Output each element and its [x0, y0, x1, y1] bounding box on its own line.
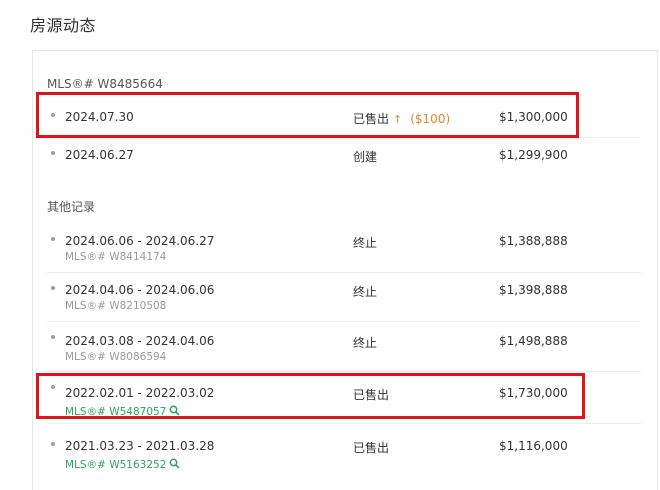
highlight-box — [36, 92, 579, 138]
history-price: $1,116,000 — [499, 439, 568, 453]
history-mls: MLS®# W8086594 — [65, 351, 167, 363]
history-mls: MLS®# W8210508 — [65, 300, 167, 312]
other-records-label: 其他记录 — [47, 200, 96, 214]
highlight-box — [36, 373, 585, 419]
bullet — [51, 335, 55, 339]
history-price: $1,299,900 — [499, 148, 568, 162]
history-row: 2024.03.08 - 2024.04.06 MLS®# W8086594 终… — [47, 322, 641, 372]
bullet — [51, 151, 55, 155]
history-status: 终止 — [353, 236, 378, 250]
history-mls-link[interactable]: MLS®# W5163252 — [65, 458, 180, 471]
history-row: 2024.06.27 创建 $1,299,900 — [47, 138, 641, 176]
history-date: 2024.06.27 — [65, 148, 134, 162]
bullet — [51, 442, 55, 446]
history-date: 2024.04.06 - 2024.06.06 — [65, 283, 215, 297]
history-status: 已售出 — [353, 441, 390, 455]
history-mls: MLS®# W8414174 — [65, 251, 167, 263]
page-title: 房源动态 — [30, 16, 97, 35]
history-price: $1,388,888 — [499, 234, 568, 248]
history-date: 2024.06.06 - 2024.06.27 — [65, 234, 215, 248]
history-status: 创建 — [353, 150, 378, 164]
history-date: 2021.03.23 - 2021.03.28 — [65, 439, 215, 453]
history-status: 终止 — [353, 285, 378, 299]
history-row: 2024.04.06 - 2024.06.06 MLS®# W8210508 终… — [47, 273, 641, 322]
history-status: 终止 — [353, 336, 378, 350]
history-date: 2024.03.08 - 2024.04.06 — [65, 334, 215, 348]
history-price: $1,498,888 — [499, 334, 568, 348]
history-row: 2024.06.06 - 2024.06.27 MLS®# W8414174 终… — [47, 224, 641, 273]
search-icon[interactable] — [169, 458, 180, 469]
bullet — [51, 237, 55, 241]
history-price: $1,398,888 — [499, 283, 568, 297]
bullet — [51, 286, 55, 290]
current-mls-label: MLS®# W8485664 — [47, 77, 163, 91]
history-row: 2021.03.23 - 2021.03.28 MLS®# W5163252 已… — [47, 424, 641, 474]
